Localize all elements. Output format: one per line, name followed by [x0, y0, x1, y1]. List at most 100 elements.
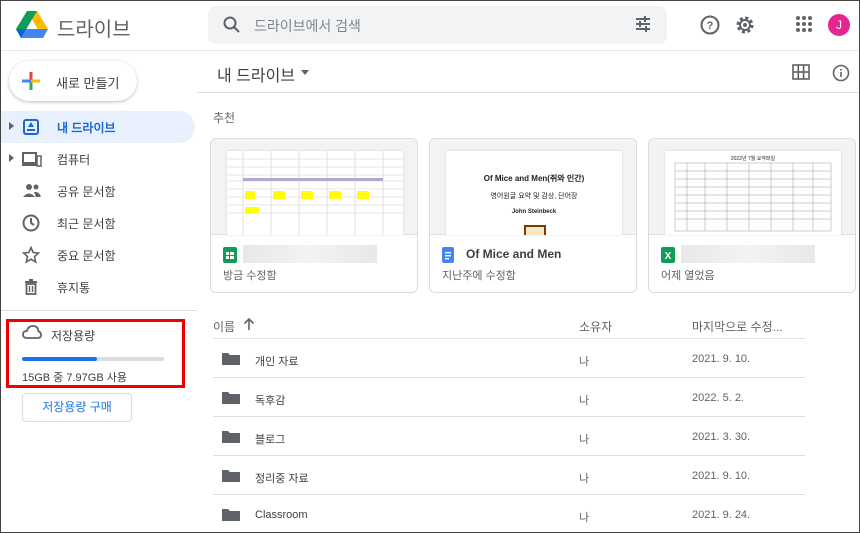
- main-content: 내 드라이브 추천 방금 수정함 Of Mice and Men(쥐와 인간) …: [197, 51, 859, 532]
- spreadsheet-grid-image: [674, 162, 832, 232]
- file-thumbnail: [211, 139, 417, 235]
- sidebar-item-label: 컴퓨터: [57, 153, 91, 167]
- row-modified: 2021. 9. 10.: [692, 470, 751, 482]
- grid-view-icon[interactable]: [792, 64, 810, 80]
- sidebar-item-label: 내 드라이브: [57, 121, 116, 135]
- sidebar-item-label: 중요 문서함: [57, 249, 116, 263]
- row-owner: 나: [579, 512, 590, 524]
- new-button[interactable]: 새로 만들기: [9, 61, 137, 101]
- expand-caret-icon[interactable]: [9, 122, 14, 130]
- column-header-modified[interactable]: 마지막으로 수정...: [692, 318, 783, 335]
- sidebar-item-starred[interactable]: 중요 문서함: [1, 239, 195, 271]
- search-input[interactable]: 드라이브에서 검색: [254, 16, 361, 36]
- file-modified-label: 지난주에 수정함: [442, 270, 516, 282]
- document-preview: Of Mice and Men(쥐와 인간) 영어원글 요약 및 감상, 단어장…: [446, 151, 622, 235]
- file-list-header: 이름 소유자 마지막으로 수정...: [213, 313, 805, 339]
- suggested-file-card[interactable]: Of Mice and Men(쥐와 인간) 영어원글 요약 및 감상, 단어장…: [429, 138, 637, 293]
- table-row[interactable]: 개인 자료 나 2021. 9. 10.: [213, 339, 805, 378]
- expand-caret-icon[interactable]: [9, 154, 14, 162]
- sidebar-divider: [1, 310, 197, 311]
- trash-icon: [25, 279, 37, 295]
- file-thumbnail: Of Mice and Men(쥐와 인간) 영어원글 요약 및 감상, 단어장…: [430, 139, 636, 235]
- row-owner: 나: [579, 473, 590, 485]
- sheets-icon: [223, 247, 237, 263]
- account-avatar[interactable]: J: [828, 14, 850, 36]
- folder-icon: [222, 470, 240, 482]
- preview-author: John Steinbeck: [511, 209, 557, 215]
- table-row[interactable]: 정리중 자료 나 2021. 9. 10.: [213, 456, 805, 495]
- spreadsheet-preview: 2022년 7월 요약파일: [665, 151, 841, 235]
- table-row[interactable]: 독후감 나 2022. 5. 2.: [213, 378, 805, 417]
- spreadsheet-preview: [227, 151, 403, 235]
- storage-label[interactable]: 저장용량: [51, 327, 95, 344]
- shared-people-icon: [23, 184, 41, 197]
- folder-icon: [222, 509, 240, 521]
- computer-icon: [22, 152, 42, 167]
- cloud-icon: [22, 325, 42, 339]
- info-icon[interactable]: [832, 64, 850, 82]
- folder-icon: [222, 353, 240, 365]
- file-name: Of Mice and Men: [466, 247, 562, 261]
- file-modified-label: 어제 열었음: [661, 270, 715, 282]
- file-modified-label: 방금 수정함: [223, 270, 277, 282]
- drive-window: 드라이브 드라이브에서 검색 ? J 새로 만들기 내 드라이브 컴퓨터 공유 …: [0, 0, 860, 533]
- my-drive-icon: [23, 119, 39, 135]
- sidebar-item-my-drive[interactable]: 내 드라이브: [1, 111, 195, 143]
- file-thumbnail: 2022년 7월 요약파일: [649, 139, 855, 235]
- sidebar-item-recent[interactable]: 최근 문서함: [1, 207, 195, 239]
- folder-icon: [222, 431, 240, 443]
- settings-gear-icon[interactable]: [734, 14, 756, 36]
- storage-progress-bar: [22, 357, 164, 361]
- redacted-file-name: [681, 245, 815, 263]
- storage-progress-fill: [22, 357, 98, 361]
- row-modified: 2021. 9. 10.: [692, 353, 751, 365]
- row-name: 블로그: [255, 434, 286, 446]
- row-name: 독후감: [255, 395, 286, 407]
- excel-icon: X: [661, 247, 675, 263]
- sidebar-item-label: 휴지통: [57, 281, 91, 295]
- column-header-owner[interactable]: 소유자: [579, 318, 612, 335]
- sidebar-item-trash[interactable]: 휴지통: [1, 271, 195, 303]
- search-icon[interactable]: [222, 15, 242, 35]
- row-owner: 나: [579, 434, 590, 446]
- row-name: Classroom: [255, 509, 308, 521]
- row-modified: 2021. 3. 30.: [692, 431, 751, 443]
- table-row[interactable]: 블로그 나 2021. 3. 30.: [213, 417, 805, 456]
- app-name[interactable]: 드라이브: [57, 13, 131, 42]
- suggested-file-card[interactable]: 방금 수정함: [210, 138, 418, 293]
- storage-usage-text: 15GB 중 7.97GB 사용: [22, 372, 127, 384]
- suggested-file-card[interactable]: 2022년 7월 요약파일 X 어제 열었음: [648, 138, 856, 293]
- new-button-label: 새로 만들기: [56, 76, 120, 91]
- plus-icon: [22, 72, 40, 90]
- chevron-down-icon[interactable]: [301, 70, 309, 75]
- redacted-file-name: [243, 245, 377, 263]
- row-owner: 나: [579, 395, 590, 407]
- table-row[interactable]: Classroom 나 2021. 9. 24.: [213, 495, 805, 532]
- buy-storage-button[interactable]: 저장용량 구매: [22, 393, 132, 422]
- sort-arrow-up-icon[interactable]: [243, 317, 255, 331]
- row-name: 정리중 자료: [255, 473, 309, 485]
- suggested-section-label: 추천: [213, 111, 236, 125]
- preview-title: Of Mice and Men(쥐와 인간): [483, 174, 585, 183]
- apps-grid-icon[interactable]: [794, 14, 814, 34]
- search-bar[interactable]: 드라이브에서 검색: [208, 6, 667, 44]
- preview-subtitle: 영어원글 요약 및 감상, 단어장: [490, 193, 578, 200]
- star-icon: [22, 246, 40, 264]
- drive-logo-icon[interactable]: [16, 11, 48, 39]
- page-title[interactable]: 내 드라이브: [217, 62, 295, 86]
- row-modified: 2021. 9. 24.: [692, 509, 751, 521]
- help-icon[interactable]: ?: [699, 14, 721, 36]
- sidebar-item-label: 최근 문서함: [57, 217, 116, 231]
- svg-text:?: ?: [707, 20, 714, 32]
- column-header-name[interactable]: 이름: [213, 318, 235, 335]
- search-options-icon[interactable]: [634, 15, 652, 33]
- top-bar: 드라이브 드라이브에서 검색 ? J: [1, 1, 859, 51]
- sidebar-item-shared[interactable]: 공유 문서함: [1, 175, 195, 207]
- preview-title: 2022년 7월 요약파일: [730, 156, 776, 162]
- main-divider: [197, 92, 859, 93]
- row-name: 개인 자료: [255, 356, 299, 368]
- row-owner: 나: [579, 356, 590, 368]
- sidebar-item-computers[interactable]: 컴퓨터: [1, 143, 195, 175]
- sidebar: 새로 만들기 내 드라이브 컴퓨터 공유 문서함 최근 문서함 중요 문서함 휴…: [1, 51, 197, 532]
- sidebar-item-label: 공유 문서함: [57, 185, 116, 199]
